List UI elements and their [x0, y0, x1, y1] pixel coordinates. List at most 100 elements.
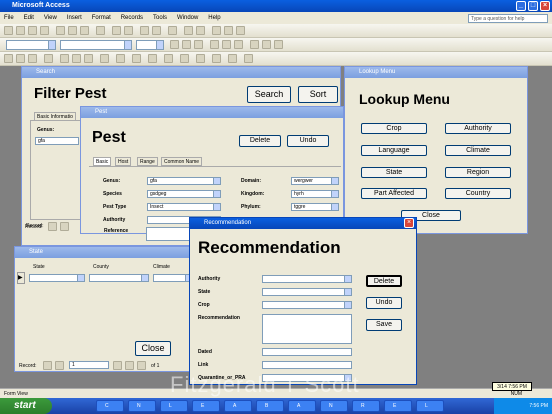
help-icon[interactable] [236, 26, 245, 35]
copy-icon-2[interactable] [72, 54, 81, 63]
cut-icon-2[interactable] [60, 54, 69, 63]
help-search-input[interactable]: Type a question for help [468, 14, 548, 23]
domain-field[interactable]: wergwer [291, 177, 339, 185]
state-new-record-icon[interactable] [137, 361, 146, 370]
task-button-7[interactable]: A [288, 400, 316, 412]
state-first-record-icon[interactable] [43, 361, 52, 370]
object-combo[interactable] [6, 40, 56, 50]
db-window-icon-2[interactable] [228, 54, 237, 63]
cut-icon[interactable] [56, 26, 65, 35]
rec-link-field[interactable] [262, 361, 352, 369]
task-button-1[interactable]: C [96, 400, 124, 412]
align-center-icon[interactable] [222, 40, 231, 49]
task-button-11[interactable]: L [416, 400, 444, 412]
new-icon-2[interactable] [180, 54, 189, 63]
undo-icon[interactable] [96, 26, 105, 35]
new-record-icon[interactable] [184, 26, 193, 35]
menu-tools[interactable]: Tools [149, 12, 171, 24]
genus-filter-input[interactable]: gfa [35, 137, 79, 145]
properties-icon[interactable] [212, 54, 221, 63]
menu-edit[interactable]: Edit [20, 12, 38, 24]
task-button-8[interactable]: N [320, 400, 348, 412]
row-selector[interactable]: ▶ [17, 272, 25, 284]
rec-undo-button[interactable]: Undo [366, 297, 402, 309]
find-icon-2[interactable] [164, 54, 173, 63]
state-cell[interactable] [29, 274, 85, 282]
filter-by-selection-icon[interactable] [148, 54, 157, 63]
spell-icon[interactable] [44, 54, 53, 63]
authority-button[interactable]: Authority [445, 123, 511, 134]
pest-delete-button[interactable]: Delete [239, 135, 281, 147]
rec-save-button[interactable]: Save [366, 319, 402, 331]
sort-icon[interactable] [132, 54, 141, 63]
bold-icon[interactable] [170, 40, 179, 49]
paste-icon-2[interactable] [84, 54, 93, 63]
menu-insert[interactable]: Insert [63, 12, 86, 24]
rec-state-field[interactable] [262, 288, 352, 296]
sort-asc-icon[interactable] [112, 26, 121, 35]
climate-cell[interactable] [153, 274, 193, 282]
rec-delete-button[interactable]: Delete [366, 275, 402, 287]
task-button-2[interactable]: N [128, 400, 156, 412]
kingdom-field[interactable]: hyrh [291, 190, 339, 198]
task-button-10[interactable]: E [384, 400, 412, 412]
tab-range[interactable]: Range [137, 157, 158, 166]
fill-color-icon[interactable] [250, 40, 259, 49]
rec-crop-field[interactable] [262, 301, 352, 309]
rec-dated-field[interactable] [262, 348, 352, 356]
help-icon-2[interactable] [244, 54, 253, 63]
underline-icon[interactable] [194, 40, 203, 49]
region-button[interactable]: Region [445, 167, 511, 178]
hyperlink-icon[interactable] [116, 54, 125, 63]
delete-icon-2[interactable] [196, 54, 205, 63]
close-icon[interactable]: × [540, 1, 550, 11]
preview-icon[interactable] [40, 26, 49, 35]
pest-undo-button[interactable]: Undo [287, 135, 329, 147]
genus-field[interactable]: gfa [147, 177, 221, 185]
filter-icon[interactable] [140, 26, 149, 35]
undo-icon-2[interactable] [100, 54, 109, 63]
maximize-icon[interactable]: □ [528, 1, 538, 11]
database-window-icon[interactable] [212, 26, 221, 35]
font-color-icon[interactable] [262, 40, 271, 49]
print-icon-2[interactable] [28, 54, 37, 63]
county-cell[interactable] [89, 274, 149, 282]
delete-record-icon[interactable] [196, 26, 205, 35]
rec-authority-field[interactable] [262, 275, 352, 283]
new-object-icon[interactable] [224, 26, 233, 35]
menu-view[interactable]: View [40, 12, 61, 24]
print-icon[interactable] [28, 26, 37, 35]
state-prev-record-icon[interactable] [55, 361, 64, 370]
tab-host[interactable]: Host [115, 157, 132, 166]
font-combo[interactable] [60, 40, 132, 50]
minimize-icon[interactable]: _ [516, 1, 526, 11]
part-affected-button[interactable]: Part Affected [361, 188, 427, 199]
reference-field[interactable] [146, 227, 190, 241]
sort-button[interactable]: Sort [298, 86, 338, 103]
state-button[interactable]: State [361, 167, 427, 178]
view-icon[interactable] [4, 26, 13, 35]
align-right-icon[interactable] [234, 40, 243, 49]
menu-records[interactable]: Records [117, 12, 147, 24]
state-next-record-icon[interactable] [113, 361, 122, 370]
line-color-icon[interactable] [274, 40, 283, 49]
menu-format[interactable]: Format [88, 12, 115, 24]
search-button[interactable]: Search [247, 86, 291, 103]
state-last-record-icon[interactable] [125, 361, 134, 370]
align-left-icon[interactable] [210, 40, 219, 49]
save-icon-2[interactable] [16, 54, 25, 63]
task-button-5[interactable]: A [224, 400, 252, 412]
start-button[interactable]: start [0, 398, 52, 414]
tab-basic[interactable]: Basic [93, 157, 112, 166]
apply-filter-icon[interactable] [152, 26, 161, 35]
first-record-icon[interactable] [48, 222, 57, 231]
tray-clock[interactable]: 7:56 PM [529, 403, 548, 409]
prev-record-icon[interactable] [60, 222, 69, 231]
state-close-button[interactable]: Close [135, 341, 171, 356]
find-icon[interactable] [168, 26, 177, 35]
design-view-icon[interactable] [4, 54, 13, 63]
tab-common-name[interactable]: Common Name [161, 157, 203, 166]
language-button[interactable]: Language [361, 145, 427, 156]
task-button-9[interactable]: R [352, 400, 380, 412]
task-button-4[interactable]: E [192, 400, 220, 412]
